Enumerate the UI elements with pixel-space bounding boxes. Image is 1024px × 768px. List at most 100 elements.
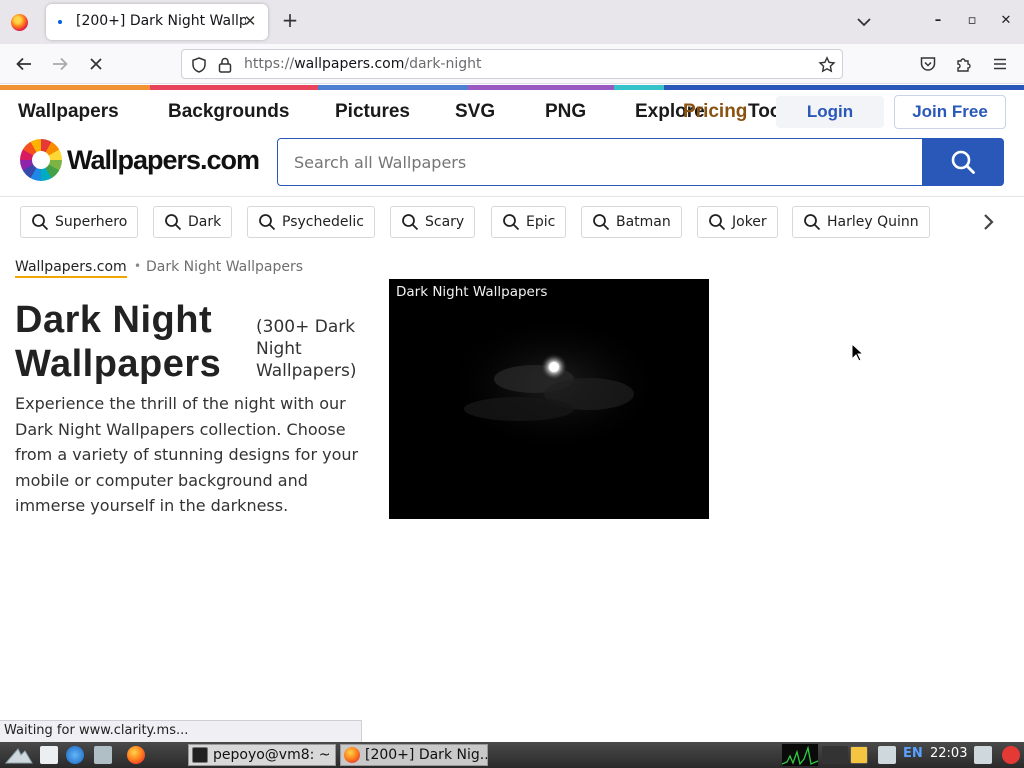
chip-epic[interactable]: Epic (491, 206, 567, 238)
file-manager-icon[interactable] (94, 746, 112, 764)
firefox-icon (344, 747, 360, 763)
search-icon (593, 214, 610, 231)
page-title: Dark Night Wallpapers (15, 299, 222, 385)
extensions-button[interactable] (950, 50, 978, 78)
nav-backgrounds[interactable]: Backgrounds (168, 101, 289, 123)
lock-icon[interactable] (217, 56, 233, 74)
wallpaper-image (389, 279, 709, 519)
screen: { "browser": { "tab_title": "[200+] Dark… (0, 0, 1024, 768)
minimize-button[interactable]: – (925, 8, 951, 34)
search-icon (165, 214, 182, 231)
forward-button[interactable] (46, 50, 74, 78)
pocket-icon (920, 57, 936, 71)
pocket-button[interactable] (914, 50, 942, 78)
wallpaper-count: (300+ Dark Night Wallpapers) (256, 317, 357, 381)
chip-scroll-next-button[interactable] (976, 208, 1000, 236)
shield-icon[interactable] (190, 56, 208, 74)
breadcrumb-home-link[interactable]: Wallpapers.com (15, 259, 127, 278)
url-bar[interactable]: https://wallpapers.com/dark-night (181, 49, 843, 79)
display-tray-icon[interactable] (974, 746, 992, 764)
tab-list-button[interactable] (852, 10, 876, 34)
chip-label: Dark (188, 214, 222, 230)
nav-svg[interactable]: SVG (455, 101, 495, 123)
status-bar: Waiting for www.clarity.ms... (0, 720, 362, 742)
search-icon (402, 214, 419, 231)
network-icon[interactable] (822, 746, 848, 764)
search-box[interactable] (277, 138, 923, 186)
start-menu-icon[interactable] (4, 745, 34, 765)
tab-close-button[interactable]: ✕ (240, 11, 260, 31)
chip-joker[interactable]: Joker (697, 206, 778, 238)
chevron-right-icon (984, 214, 994, 230)
search-icon (951, 150, 975, 174)
login-button[interactable]: Login (776, 96, 884, 128)
new-tab-button[interactable]: + (278, 8, 302, 32)
firefox-launcher-icon[interactable] (127, 746, 145, 764)
nav-png[interactable]: PNG (545, 101, 586, 123)
app-menu-button[interactable] (986, 50, 1014, 78)
show-desktop-icon[interactable] (40, 746, 58, 764)
taskbar-firefox-button[interactable]: [200+] Dark Nig... (340, 744, 488, 766)
wallpaper-card-title: Dark Night Wallpapers (396, 284, 548, 300)
search-icon (259, 214, 276, 231)
chip-label: Psychedelic (282, 214, 364, 230)
chip-batman[interactable]: Batman (581, 206, 682, 238)
power-icon[interactable] (1002, 746, 1020, 764)
search-input[interactable] (294, 153, 894, 172)
url-text[interactable]: https://wallpapers.com/dark-night (244, 56, 481, 72)
chip-harley-quinn[interactable]: Harley Quinn (792, 206, 930, 238)
breadcrumb-separator: • (134, 259, 142, 273)
search-tray-icon[interactable] (878, 746, 896, 764)
nav-toolbar: https://wallpapers.com/dark-night (0, 44, 1024, 84)
chip-label: Epic (526, 214, 556, 230)
nav-pictures[interactable]: Pictures (335, 101, 410, 123)
taskbar-terminal-button[interactable]: pepoyo@vm8: ~ (188, 744, 336, 766)
chip-scary[interactable]: Scary (390, 206, 476, 238)
bookmark-star-icon[interactable] (818, 56, 836, 74)
site-logo[interactable]: Wallpapers.com (20, 138, 260, 182)
tab-title: [200+] Dark Night Wallp (76, 13, 246, 29)
chip-superhero[interactable]: Superhero (20, 206, 139, 238)
back-button[interactable] (10, 50, 38, 78)
wallpaper-card[interactable]: Dark Night Wallpapers (389, 279, 709, 519)
clock[interactable]: 22:03 (930, 746, 967, 761)
chip-label: Harley Quinn (827, 214, 919, 230)
chip-label: Joker (732, 214, 767, 230)
search-icon (503, 214, 520, 231)
active-tab[interactable]: [200+] Dark Night Wallp ✕ (46, 4, 268, 40)
chip-label: Superhero (55, 214, 128, 230)
page-description: Experience the thrill of the night with … (15, 394, 359, 515)
chip-psychedelic[interactable]: Psychedelic (247, 206, 375, 238)
cpu-graph-icon (782, 744, 818, 766)
hamburger-menu-icon (994, 58, 1006, 70)
web-browser-launcher-icon[interactable] (66, 746, 84, 764)
nav-wallpapers[interactable]: Wallpapers (18, 101, 119, 123)
maximize-button[interactable]: ▫ (959, 8, 985, 34)
stop-button[interactable] (82, 50, 110, 78)
join-free-button[interactable]: Join Free (894, 95, 1006, 129)
os-taskbar (0, 742, 1024, 768)
search-icon (804, 214, 821, 231)
chevron-down-icon (857, 18, 871, 27)
chip-label: Scary (425, 214, 465, 230)
window-close-button[interactable]: ✕ (993, 8, 1019, 34)
search-button[interactable] (922, 138, 1004, 186)
breadcrumb-current: Dark Night Wallpapers (146, 259, 304, 275)
mouse-cursor-icon (851, 343, 864, 362)
firefox-menu-icon[interactable] (11, 14, 28, 31)
color-wheel-logo-icon (20, 139, 62, 181)
search-icon (32, 214, 49, 231)
puzzle-icon (957, 58, 971, 72)
header-divider (0, 196, 1024, 197)
tab-loading-icon (58, 20, 62, 24)
logo-text: Wallpapers.com (67, 144, 260, 175)
stop-x-icon (90, 58, 102, 70)
keyboard-layout-indicator[interactable]: EN (903, 746, 923, 761)
chip-dark[interactable]: Dark (153, 206, 233, 238)
search-icon (709, 214, 726, 231)
p-tray-icon[interactable] (850, 746, 868, 764)
url-host: wallpapers.com (294, 56, 405, 72)
nav-pricing[interactable]: Pricing (683, 101, 747, 123)
url-scheme: https:// (244, 56, 295, 72)
back-arrow-icon (16, 57, 31, 71)
